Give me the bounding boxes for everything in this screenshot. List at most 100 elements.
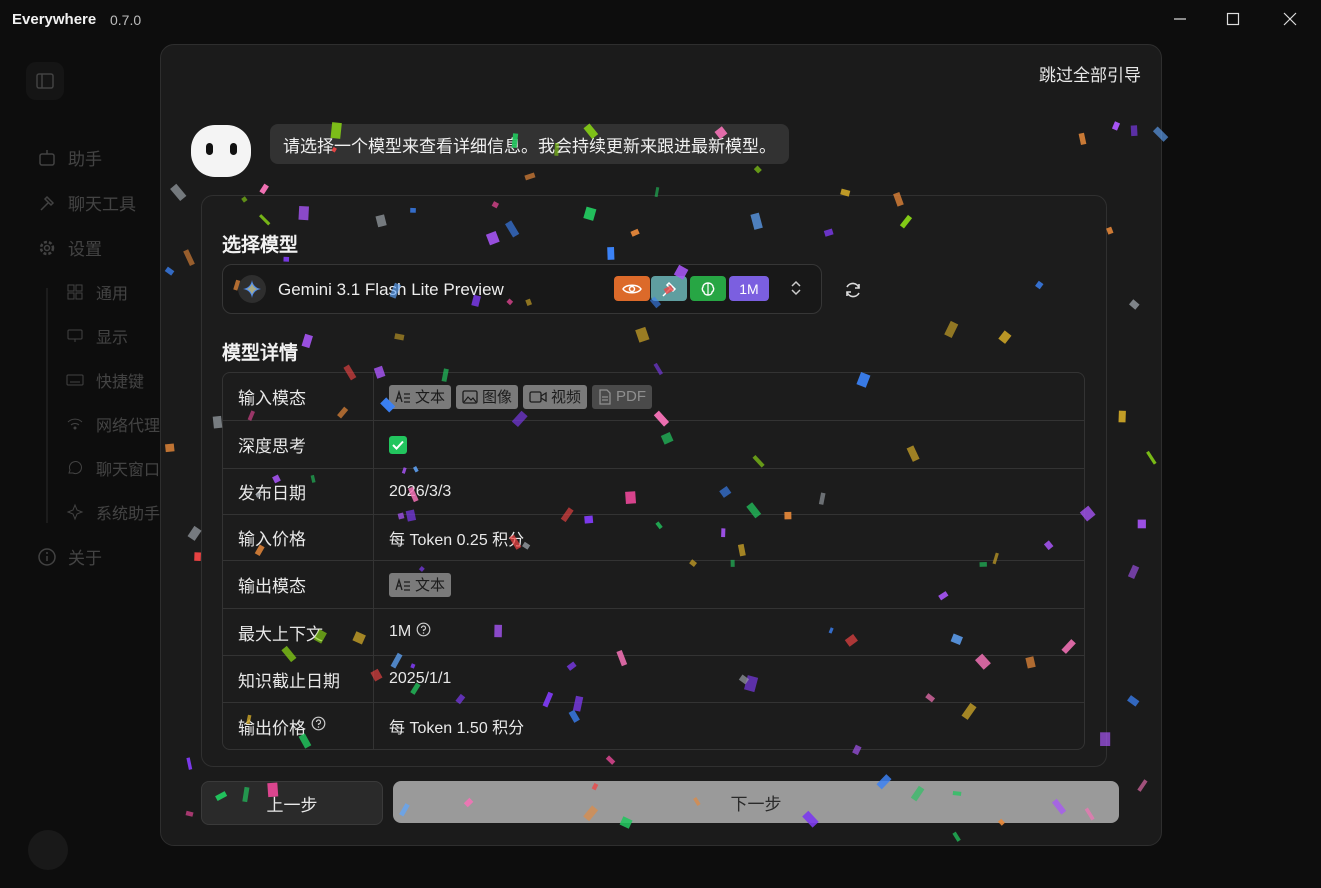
- maximize-icon: [1226, 12, 1240, 26]
- sidebar-item-label: 设置: [68, 240, 102, 259]
- check-icon: [389, 435, 407, 454]
- table-row: 发布日期 2026/3/3: [223, 468, 1084, 514]
- model-select-dropdown[interactable]: Gemini 3.1 Flash Lite Preview 1M: [222, 264, 822, 314]
- row-value: [374, 421, 1084, 468]
- sidebar-item-label: 助手: [68, 150, 102, 169]
- table-row: 输出模态 文本: [223, 560, 1084, 608]
- avatar[interactable]: [28, 830, 68, 870]
- sidebar-item-label: 网络代理: [96, 418, 161, 435]
- sidebar-item-label: 聊天工具: [68, 195, 136, 214]
- sidebar-item-shortcuts[interactable]: 快捷键: [64, 368, 144, 392]
- select-model-heading: 选择模型: [222, 235, 299, 256]
- chat-icon: [64, 457, 86, 479]
- row-value: 文本 图像 视频 PDF: [374, 373, 1084, 420]
- sidebar-item-label: 聊天窗口: [96, 462, 161, 479]
- selected-model-name: Gemini 3.1 Flash Lite Preview: [278, 280, 504, 299]
- sidebar-item-chat-window[interactable]: 聊天窗口: [64, 456, 160, 480]
- model-card: 选择模型 Gemini 3.1 Flash Lite Preview 1M 模型: [201, 195, 1107, 767]
- sidebar-item-general[interactable]: 通用: [64, 280, 128, 304]
- table-row: 知识截止日期 2025/1/1: [223, 655, 1084, 702]
- sidebar-item-settings[interactable]: 设置: [36, 235, 102, 260]
- row-value: 2026/3/3: [389, 482, 452, 500]
- video-icon: [529, 390, 547, 403]
- sidebar-divider: [46, 288, 48, 523]
- row-label: 最大上下文: [223, 609, 374, 655]
- title-bar: Everywhere 0.7.0: [0, 0, 1321, 40]
- row-value: 每 Token 0.25 积分: [389, 531, 525, 549]
- mascot-avatar: [191, 125, 251, 177]
- eye-icon: [622, 284, 642, 293]
- vision-badge: [614, 276, 650, 301]
- network-icon: [64, 413, 86, 435]
- sidebar: 助手 聊天工具 设置 通用 显示 快捷键 网络代理 聊天窗口 系统助手 关于: [0, 40, 160, 888]
- next-step-button[interactable]: 下一步: [393, 781, 1119, 823]
- sidebar-item-label: 快捷键: [96, 374, 145, 391]
- modality-chip-image: 图像: [456, 384, 519, 409]
- modality-chip-pdf: PDF: [592, 384, 653, 409]
- sidebar-item-label: 显示: [96, 330, 129, 347]
- refresh-icon: [846, 282, 860, 298]
- sidebar-item-display[interactable]: 显示: [64, 324, 128, 348]
- row-value: 每 Token 1.50 积分: [389, 720, 525, 737]
- robot-icon: [36, 147, 58, 169]
- row-label: 知识截止日期: [223, 656, 374, 702]
- modality-chip-text: 文本: [389, 572, 452, 597]
- sidebar-toggle-button[interactable]: [26, 62, 64, 100]
- row-label: 输入模态: [223, 373, 374, 420]
- tool-badge: [651, 276, 687, 301]
- table-row: 输入模态 文本 图像 视频 PDF: [223, 373, 1084, 420]
- row-value: 2025/1/1: [389, 670, 452, 687]
- table-row: 输入价格 每 Token 0.25 积分: [223, 514, 1084, 560]
- info-icon: [36, 546, 58, 568]
- image-icon: [462, 389, 478, 404]
- gemini-logo-icon: [238, 275, 266, 303]
- sidebar-item-label: 关于: [68, 549, 102, 568]
- document-icon: [599, 388, 611, 405]
- brain-icon: [701, 281, 715, 296]
- table-row: 输出价格 每 Token 1.50 积分: [223, 702, 1084, 749]
- minimize-icon: [1174, 18, 1186, 20]
- sidebar-toggle-icon: [36, 73, 54, 89]
- model-details-heading: 模型详情: [222, 343, 299, 364]
- sidebar-item-assistant[interactable]: 助手: [36, 145, 102, 170]
- reasoning-badge: [690, 276, 726, 301]
- text-icon: [395, 577, 410, 591]
- minimize-button[interactable]: [1160, 6, 1200, 32]
- app-version: 0.7.0: [110, 12, 142, 28]
- help-icon[interactable]: [311, 716, 326, 736]
- hammer-icon: [36, 192, 58, 214]
- row-label: 输入价格: [223, 515, 374, 560]
- row-label: 发布日期: [223, 469, 374, 514]
- gear-icon: [36, 237, 58, 259]
- chevron-up-down-icon: [789, 278, 803, 303]
- model-details-table: 输入模态 文本 图像 视频 PDF 深度思考 发布日期 2026/3/3 输入价…: [222, 372, 1085, 750]
- row-label: 输出价格: [223, 703, 374, 749]
- text-icon: [395, 389, 410, 403]
- modality-chip-video: 视频: [523, 384, 588, 409]
- sidebar-item-system-assistant[interactable]: 系统助手: [64, 500, 160, 524]
- row-value: 文本: [374, 561, 1084, 608]
- sidebar-item-proxy[interactable]: 网络代理: [64, 412, 160, 436]
- row-label: 深度思考: [223, 421, 374, 468]
- grid-icon: [64, 281, 86, 303]
- previous-step-button[interactable]: 上一步: [201, 781, 383, 825]
- sidebar-item-label: 通用: [96, 286, 129, 303]
- app-title: Everywhere: [12, 11, 97, 28]
- max-context-value: 1M: [389, 623, 412, 640]
- close-icon: [1283, 12, 1297, 26]
- monitor-icon: [64, 325, 86, 347]
- row-value: 1M: [374, 609, 1084, 655]
- onboarding-dialog: 跳过全部引导 请选择一个模型来查看详细信息。我会持续更新来跟进最新模型。 选择模…: [160, 44, 1162, 846]
- keyboard-icon: [64, 369, 86, 391]
- help-icon[interactable]: [416, 622, 431, 642]
- close-button[interactable]: [1270, 6, 1310, 32]
- maximize-button[interactable]: [1213, 6, 1253, 32]
- sparkle-icon: [64, 501, 86, 523]
- skip-all-guide-link[interactable]: 跳过全部引导: [1039, 61, 1141, 86]
- sidebar-item-label: 系统助手: [96, 506, 161, 523]
- table-row: 最大上下文 1M: [223, 608, 1084, 655]
- refresh-models-button[interactable]: [839, 276, 867, 304]
- sidebar-item-about[interactable]: 关于: [36, 544, 102, 569]
- sidebar-item-chat-tools[interactable]: 聊天工具: [36, 190, 136, 215]
- table-row: 深度思考: [223, 420, 1084, 468]
